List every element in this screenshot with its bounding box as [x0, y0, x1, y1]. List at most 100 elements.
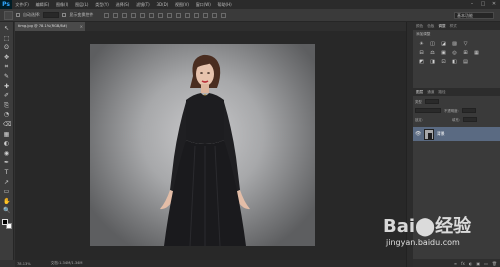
menu-image[interactable]: 图像(I) [53, 2, 72, 8]
healing-brush-tool-icon[interactable]: ✚ [3, 83, 10, 90]
move-tool-icon[interactable]: ↖ [3, 25, 10, 32]
menu-select[interactable]: 选择(S) [112, 2, 132, 8]
distribute-center-icon[interactable] [194, 12, 200, 18]
invert-icon[interactable]: ◩ [418, 59, 425, 65]
fill-field[interactable] [462, 117, 477, 122]
zoom-level[interactable]: 78.13% [17, 262, 31, 266]
adjustments-row-2: ⊟ ⚖ ▣ ◎ ⊞ ▦ [413, 48, 500, 57]
show-transform-checkbox[interactable] [62, 13, 67, 17]
black-white-icon[interactable]: ▣ [440, 50, 447, 56]
auto-select-checkbox[interactable] [16, 13, 20, 17]
lasso-tool-icon[interactable]: ʘ [3, 44, 10, 51]
link-layers-icon[interactable]: ∞ [454, 261, 457, 266]
photoshop-logo-icon[interactable]: Ps [0, 0, 12, 9]
exposure-icon[interactable]: ▨ [451, 41, 458, 47]
move-tool-preset-icon[interactable] [4, 10, 13, 20]
3d-mode-icon[interactable] [221, 12, 227, 18]
brush-tool-icon[interactable]: ✐ [3, 92, 10, 99]
new-layer-icon[interactable]: ▭ [484, 261, 488, 266]
type-tool-icon[interactable]: T [3, 169, 10, 176]
dodge-tool-icon[interactable]: ◉ [3, 150, 10, 157]
align-center-icon[interactable] [140, 12, 146, 18]
blur-tool-icon[interactable]: ◐ [3, 140, 10, 147]
window-controls: – □ ✕ [468, 1, 498, 7]
distribute-right-icon[interactable] [203, 12, 209, 18]
selective-color-icon[interactable]: ▤ [462, 59, 469, 65]
vibrance-icon[interactable]: ▽ [462, 41, 469, 47]
history-brush-tool-icon[interactable]: ◔ [3, 111, 10, 118]
distribute-top-icon[interactable] [158, 12, 164, 18]
eraser-tool-icon[interactable]: ⌫ [3, 121, 11, 128]
menu-edit[interactable]: 编辑(E) [32, 2, 52, 8]
distribute-bottom-icon[interactable] [176, 12, 182, 18]
menu-filter[interactable]: 滤镜(T) [133, 2, 153, 8]
align-top-icon[interactable] [104, 12, 110, 18]
threshold-icon[interactable]: ⊡ [440, 59, 447, 65]
visibility-eye-icon[interactable]: 👁 [415, 131, 421, 137]
levels-icon[interactable]: ◫ [429, 41, 436, 47]
auto-align-icon[interactable] [212, 12, 218, 18]
menu-3d[interactable]: 3D(D) [153, 2, 172, 7]
align-bottom-icon[interactable] [122, 12, 128, 18]
kind-filter-dropdown[interactable] [424, 99, 439, 104]
align-middle-icon[interactable] [113, 12, 119, 18]
brightness-icon[interactable]: ☀ [418, 41, 425, 47]
foreground-color-swatch[interactable] [1, 218, 8, 225]
zoom-tool-icon[interactable]: 🔍 [3, 207, 10, 214]
align-left-icon[interactable] [131, 12, 137, 18]
channel-mixer-icon[interactable]: ⊞ [462, 50, 469, 56]
tab-layers[interactable]: 图层 [416, 90, 423, 95]
align-right-icon[interactable] [149, 12, 155, 18]
menu-file[interactable]: 文件(F) [12, 2, 32, 8]
clone-stamp-tool-icon[interactable]: ⎘ [3, 102, 10, 109]
menu-window[interactable]: 窗口(W) [192, 2, 214, 8]
workspace-selector[interactable]: 基本功能 [454, 12, 494, 19]
blend-mode-dropdown[interactable] [415, 108, 441, 113]
photo-filter-icon[interactable]: ◎ [451, 50, 458, 56]
delete-layer-icon[interactable]: 🗑 [492, 261, 497, 266]
hand-tool-icon[interactable]: ✋ [3, 198, 10, 205]
marquee-tool-icon[interactable]: ⬚ [3, 35, 10, 42]
color-balance-icon[interactable]: ⚖ [429, 50, 436, 56]
gradient-tool-icon[interactable]: ▦ [3, 131, 10, 138]
shape-tool-icon[interactable]: ▭ [3, 188, 10, 195]
document-image[interactable] [90, 44, 315, 246]
posterize-icon[interactable]: ◨ [429, 59, 436, 65]
layer-style-icon[interactable]: fx [461, 261, 465, 266]
auto-select-dropdown[interactable] [43, 12, 60, 18]
tab-color[interactable]: 颜色 [416, 24, 423, 29]
tab-adjustments[interactable]: 调整 [438, 24, 445, 29]
tab-styles[interactable]: 样式 [450, 24, 457, 29]
tab-swatches[interactable]: 色板 [427, 24, 434, 29]
menu-view[interactable]: 视图(V) [172, 2, 193, 8]
canvas-area[interactable] [15, 31, 406, 260]
tab-paths[interactable]: 路径 [438, 90, 445, 95]
menu-type[interactable]: 类型(Y) [92, 2, 112, 8]
distribute-left-icon[interactable] [185, 12, 191, 18]
gradient-map-icon[interactable]: ◧ [451, 59, 458, 65]
watermark-url: jingyan.baidu.com [386, 238, 460, 247]
menu-layer[interactable]: 图层(L) [72, 2, 92, 8]
pen-tool-icon[interactable]: ✒ [3, 159, 10, 166]
document-info[interactable]: 文档:1.34M/1.34M [51, 261, 83, 266]
color-lookup-icon[interactable]: ▦ [473, 50, 480, 56]
adjustment-layer-icon[interactable]: ◐ [469, 261, 473, 266]
close-tab-icon[interactable]: × [80, 22, 83, 31]
document-tab[interactable]: timg.jpg @ 78.1%(RGB/8#) × [15, 22, 85, 31]
opacity-field[interactable] [461, 108, 476, 113]
eyedropper-tool-icon[interactable]: ✎ [3, 73, 10, 80]
hue-saturation-icon[interactable]: ⊟ [418, 50, 425, 56]
tab-channels[interactable]: 通道 [427, 90, 434, 95]
menu-help[interactable]: 帮助(H) [214, 2, 235, 8]
maximize-icon[interactable]: □ [479, 1, 487, 7]
crop-tool-icon[interactable]: ⌗ [3, 63, 10, 70]
quick-select-tool-icon[interactable]: ✥ [3, 54, 10, 61]
path-select-tool-icon[interactable]: ↗ [3, 179, 10, 186]
minimize-icon[interactable]: – [468, 1, 476, 7]
layer-row-background[interactable]: 👁 背景 [413, 127, 500, 141]
close-icon[interactable]: ✕ [490, 1, 498, 7]
status-bar: 78.13% 文档:1.34M/1.34M [15, 260, 406, 267]
curves-icon[interactable]: ◪ [440, 41, 447, 47]
distribute-middle-icon[interactable] [167, 12, 173, 18]
layer-mask-icon[interactable]: ▣ [476, 261, 480, 266]
